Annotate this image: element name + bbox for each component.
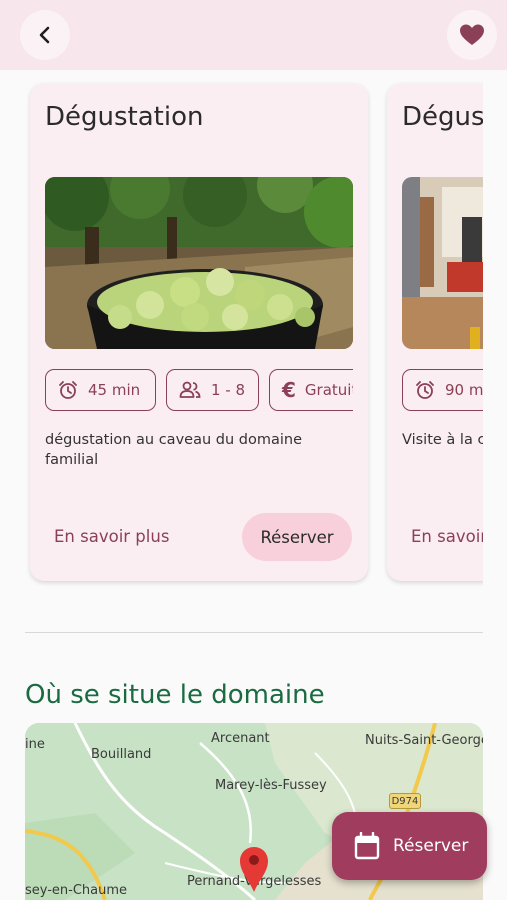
map-place-label: Arcenant (211, 731, 270, 746)
group-size-chip: 1 - 8 (166, 369, 259, 411)
offer-photo (45, 177, 353, 349)
learn-more-link[interactable]: En savoir plus (411, 527, 483, 546)
offer-info-chips: 45 min 1 - 8 € Gratuit (45, 369, 353, 411)
location-section-title: Où se situe le domaine (25, 680, 325, 710)
offer-title: Dégustation cave (402, 102, 483, 132)
favorite-button[interactable] (447, 10, 497, 60)
map-place-label: sey-en-Chaume (25, 883, 128, 898)
offer-title: Dégustation (45, 102, 204, 132)
back-button[interactable] (20, 10, 70, 60)
map-place-label: Nuits-Saint-Georges (365, 733, 483, 748)
calendar-icon (354, 832, 380, 860)
section-divider (25, 632, 483, 633)
euro-icon: € (282, 378, 296, 402)
top-app-bar (0, 0, 507, 70)
map-pin-icon[interactable] (238, 845, 270, 893)
map-place-label: ine (25, 737, 45, 752)
people-icon (179, 381, 201, 398)
reserve-offer-button[interactable]: Réserver (242, 513, 352, 561)
group-size-label: 1 - 8 (211, 381, 246, 399)
alarm-clock-icon (416, 381, 434, 399)
offers-carousel[interactable]: Dégustation 45 min 1 - 8 € Gratuit dégus… (0, 70, 483, 610)
duration-label: 90 min (445, 381, 483, 399)
chevron-left-icon (39, 26, 50, 44)
duration-chip: 90 min (402, 369, 483, 411)
offer-card[interactable]: Dégustation cave 90 min (387, 83, 483, 581)
price-chip: € Gratuit (269, 369, 353, 411)
duration-label: 45 min (88, 381, 141, 399)
reserve-fab-label: Réserver (393, 836, 469, 856)
offer-description: dégustation au caveau du domaine familia… (45, 432, 302, 468)
offer-info-chips: 90 min (402, 369, 483, 411)
duration-chip: 45 min (45, 369, 156, 411)
map-road-label: D974 (389, 793, 421, 809)
offer-description: Visite à la cave puis dégustation (402, 432, 483, 448)
price-label: Gratuit (304, 381, 353, 399)
map-place-label: Bouilland (91, 747, 152, 762)
offer-card[interactable]: Dégustation 45 min 1 - 8 € Gratuit dégus… (30, 83, 368, 581)
learn-more-link[interactable]: En savoir plus (54, 527, 169, 546)
alarm-clock-icon (59, 381, 77, 399)
offer-photo (402, 177, 483, 349)
reserve-fab[interactable]: Réserver (332, 812, 487, 880)
heart-icon (460, 24, 484, 45)
map-place-label: Marey-lès-Fussey (215, 778, 327, 793)
